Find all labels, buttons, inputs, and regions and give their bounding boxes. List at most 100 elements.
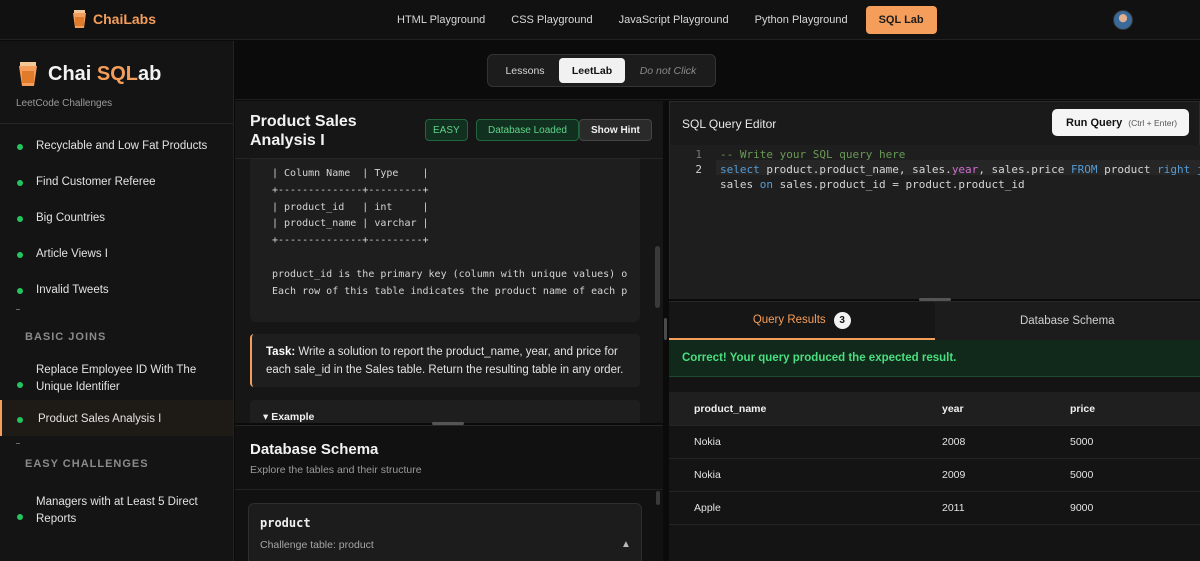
sql-editor-panel: SQL Query Editor Run Query (Ctrl + Enter… bbox=[669, 101, 1200, 299]
sidebar-title: Chai SQLab bbox=[18, 61, 161, 87]
editor-title: SQL Query Editor bbox=[682, 117, 777, 131]
task-label: Task: bbox=[266, 346, 296, 358]
difficulty-badge: EASY bbox=[425, 119, 468, 141]
table-cell: 5000 bbox=[1070, 469, 1094, 481]
schema-text: | Column Name | Type | +--------------+-… bbox=[272, 168, 628, 297]
splitter-grip-icon[interactable] bbox=[664, 318, 667, 340]
problem-scrollbar[interactable] bbox=[655, 246, 660, 308]
show-hint-button[interactable]: Show Hint bbox=[579, 119, 652, 141]
sidebar-item-label: Replace Employee ID With The Unique Iden… bbox=[36, 364, 197, 393]
schema-code-block: | Column Name | Type | +--------------+-… bbox=[250, 159, 640, 322]
nav-links: HTML Playground CSS Playground JavaScrip… bbox=[384, 6, 937, 34]
database-schema-subtitle: Explore the tables and their structure bbox=[250, 464, 422, 476]
completed-dot-icon bbox=[17, 144, 23, 150]
tab-database-schema[interactable]: Database Schema bbox=[934, 302, 1200, 340]
table-cell: 2009 bbox=[942, 469, 966, 481]
sidebar-header: Chai SQLab LeetCode Challenges bbox=[0, 41, 233, 124]
table-row: Nokia 2009 5000 bbox=[669, 459, 1200, 492]
tab-query-results[interactable]: Query Results 3 bbox=[669, 302, 935, 340]
tab-lessons[interactable]: Lessons bbox=[491, 58, 559, 83]
table-header-row: product_name year price bbox=[669, 392, 1200, 426]
table-cell: 9000 bbox=[1070, 502, 1094, 514]
example-toggle[interactable]: ▾ Example bbox=[250, 400, 640, 423]
top-navbar: ChaiLabs HTML Playground CSS Playground … bbox=[0, 0, 1200, 40]
database-schema-title: Database Schema bbox=[250, 441, 379, 458]
column-header: year bbox=[942, 402, 964, 415]
table-cell: 5000 bbox=[1070, 436, 1094, 448]
horizontal-resize-handle[interactable] bbox=[432, 422, 464, 425]
line-number: 2 bbox=[695, 163, 702, 176]
brand-logo[interactable]: ChaiLabs bbox=[72, 9, 156, 29]
run-query-shortcut: (Ctrl + Enter) bbox=[1128, 117, 1178, 128]
run-query-button[interactable]: Run Query (Ctrl + Enter) bbox=[1052, 109, 1189, 136]
sidebar-item-article-views[interactable]: Article Views I bbox=[0, 230, 233, 266]
success-message: Correct! Your query produced the expecte… bbox=[669, 340, 1200, 377]
sidebar-item-label: Recyclable and Low Fat Products bbox=[36, 140, 208, 152]
mode-bar: Lessons LeetLab Do not Click bbox=[235, 41, 1200, 100]
table-name: product bbox=[260, 516, 311, 530]
problem-panel: | Column Name | Type | +--------------+-… bbox=[235, 101, 663, 423]
sidebar-item-product-sales-analysis[interactable]: Product Sales Analysis I bbox=[0, 400, 233, 436]
result-count-badge: 3 bbox=[833, 311, 851, 329]
sidebar-subtitle: LeetCode Challenges bbox=[16, 98, 113, 109]
results-panel: Query Results 3 Database Schema Correct!… bbox=[669, 301, 1200, 561]
results-table: product_name year price Nokia 2008 5000 … bbox=[669, 392, 1200, 525]
code-line: sales on sales.product_id = product.prod… bbox=[720, 178, 1025, 191]
table-card-product[interactable]: product Challenge table: product ▲ bbox=[248, 503, 642, 561]
problem-title: Product Sales Analysis I bbox=[250, 113, 357, 149]
collapse-caret-icon[interactable]: ▲ bbox=[621, 539, 631, 550]
nav-python-playground[interactable]: Python Playground bbox=[742, 6, 861, 34]
table-cell: Apple bbox=[694, 502, 721, 514]
chai-cup-icon bbox=[19, 62, 37, 86]
brand-name: ChaiLabs bbox=[93, 11, 157, 27]
table-description: Challenge table: product bbox=[260, 539, 374, 551]
results-tabs: Query Results 3 Database Schema bbox=[669, 302, 1200, 340]
challenge-list: Recyclable and Low Fat Products Find Cus… bbox=[0, 125, 233, 531]
sidebar-item-label: Article Views I bbox=[36, 248, 109, 260]
completed-dot-icon bbox=[17, 180, 23, 186]
chai-cup-icon bbox=[73, 10, 86, 28]
completed-dot-icon bbox=[17, 514, 23, 520]
database-schema-panel: Database Schema Explore the tables and t… bbox=[235, 425, 663, 561]
code-line: select product.product_name, sales.year,… bbox=[720, 163, 1200, 176]
code-comment: -- Write your SQL query here bbox=[720, 148, 906, 161]
completed-dot-icon bbox=[17, 288, 23, 294]
database-status-badge: Database Loaded bbox=[476, 119, 579, 141]
sidebar-item-invalid-tweets[interactable]: Invalid Tweets bbox=[0, 266, 233, 302]
sidebar-item-recyclable[interactable]: Recyclable and Low Fat Products bbox=[0, 125, 233, 158]
sidebar-item-find-customer-referee[interactable]: Find Customer Referee bbox=[0, 158, 233, 194]
nav-css-playground[interactable]: CSS Playground bbox=[498, 6, 605, 34]
section-easy-challenges: EASY CHALLENGES bbox=[0, 436, 233, 471]
nav-html-playground[interactable]: HTML Playground bbox=[384, 6, 498, 34]
divider bbox=[235, 489, 663, 490]
sidebar-item-label: Product Sales Analysis I bbox=[38, 413, 162, 425]
sidebar-item-big-countries[interactable]: Big Countries bbox=[0, 194, 233, 230]
problem-header: Product Sales Analysis I EASY Database L… bbox=[235, 101, 663, 159]
task-text: Write a solution to report the product_n… bbox=[266, 346, 624, 376]
column-header: price bbox=[1070, 402, 1096, 415]
column-header: product_name bbox=[694, 402, 767, 415]
schema-scrollbar[interactable] bbox=[656, 491, 660, 505]
table-row: Nokia 2008 5000 bbox=[669, 426, 1200, 459]
completed-dot-icon bbox=[17, 216, 23, 222]
section-basic-joins: BASIC JOINS bbox=[0, 302, 233, 349]
table-cell: Nokia bbox=[694, 469, 721, 481]
mode-switch: Lessons LeetLab Do not Click bbox=[487, 54, 716, 87]
nav-sql-lab[interactable]: SQL Lab bbox=[865, 6, 937, 34]
sidebar-item-managers[interactable]: Managers with at Least 5 Direct Reports bbox=[0, 471, 233, 531]
run-query-label: Run Query bbox=[1066, 116, 1123, 129]
sidebar-item-label: Big Countries bbox=[36, 212, 106, 224]
tab-leetlab[interactable]: LeetLab bbox=[559, 58, 625, 83]
sidebar-item-replace-employee-id[interactable]: Replace Employee ID With The Unique Iden… bbox=[0, 349, 233, 400]
completed-dot-icon bbox=[17, 252, 23, 258]
table-cell: 2011 bbox=[942, 502, 965, 514]
nav-javascript-playground[interactable]: JavaScript Playground bbox=[606, 6, 742, 34]
task-description: Task: Write a solution to report the pro… bbox=[250, 334, 640, 387]
user-avatar[interactable] bbox=[1113, 10, 1133, 30]
completed-dot-icon bbox=[17, 417, 23, 423]
sidebar-item-label: Find Customer Referee bbox=[36, 176, 156, 188]
tab-query-results-label: Query Results bbox=[752, 314, 826, 326]
tab-do-not-click[interactable]: Do not Click bbox=[625, 58, 711, 83]
code-editor[interactable]: 1 2 -- Write your SQL query here select … bbox=[670, 145, 1200, 299]
sidebar-item-label: Managers with at Least 5 Direct Reports bbox=[36, 496, 198, 525]
